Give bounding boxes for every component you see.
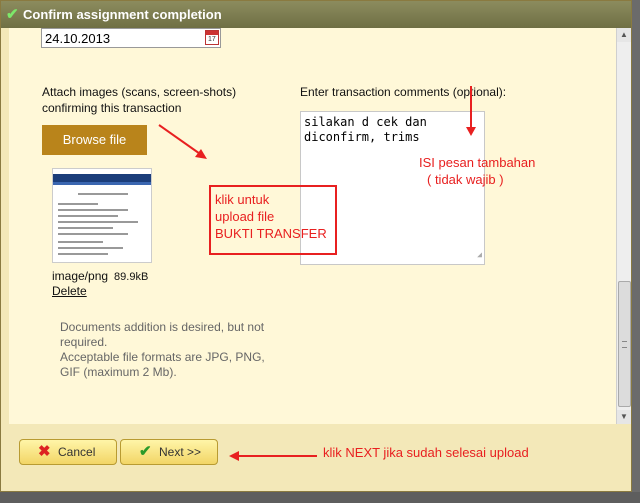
background-strip — [0, 492, 640, 503]
dialog-window: ✔ Confirm assignment completion 24.10.20… — [0, 0, 632, 492]
next-annotation: klik NEXT jika sudah selesai upload — [323, 445, 529, 460]
next-arrow — [229, 451, 317, 461]
